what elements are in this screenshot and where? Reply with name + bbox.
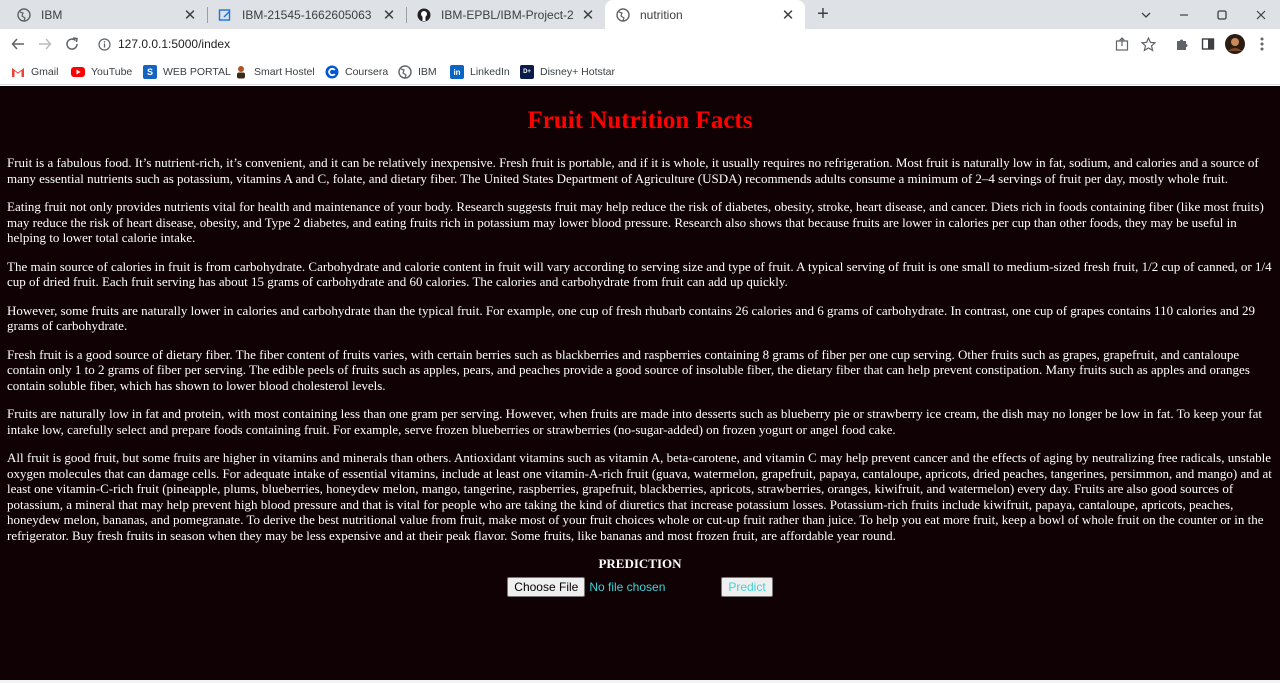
close-tab-icon[interactable]: ✕ <box>381 7 397 24</box>
new-tab-button[interactable]: + <box>812 3 834 25</box>
menu-kebab-icon[interactable] <box>1252 34 1272 54</box>
prediction-form: Choose File No file chosen Predict <box>0 577 1280 597</box>
back-arrow-icon[interactable] <box>6 32 30 56</box>
bookmark-star-icon[interactable] <box>1138 34 1158 54</box>
bookmark-gmail[interactable]: Gmail <box>11 64 58 80</box>
bookmarks-bar: Gmail YouTube S WEB PORTAL Smart Hostel … <box>0 59 1280 85</box>
tab-strip: IBM ✕ IBM-21545-1662605063 ✕ IBM-EPBL/IB… <box>0 0 1280 29</box>
minimize-icon[interactable] <box>1165 0 1203 29</box>
tab-ibm[interactable]: IBM ✕ <box>0 0 207 29</box>
site-info-icon[interactable] <box>96 36 112 52</box>
paragraph: Fruits are naturally low in fat and prot… <box>7 406 1262 437</box>
page-content: Fruit Nutrition Facts Fruit is a fabulou… <box>0 86 1280 680</box>
page-title: Fruit Nutrition Facts <box>527 107 753 134</box>
tab-title: nutrition <box>640 7 683 22</box>
paragraph: Eating fruit not only provides nutrients… <box>7 199 1264 245</box>
extensions-puzzle-icon[interactable] <box>1172 34 1192 54</box>
bookmark-label: Smart Hostel <box>254 66 315 78</box>
tab-title: IBM-21545-1662605063 <box>242 7 372 22</box>
linkedin-icon: in <box>450 65 464 79</box>
document-edit-icon <box>217 7 233 23</box>
bookmark-youtube[interactable]: YouTube <box>71 64 132 80</box>
tab-github-project[interactable]: IBM-EPBL/IBM-Project-21545-16 ✕ <box>407 0 605 29</box>
globe-icon <box>398 65 412 79</box>
s-logo-icon: S <box>143 65 157 79</box>
github-icon <box>416 7 432 23</box>
youtube-icon <box>71 65 85 79</box>
tab-ibm-21545[interactable]: IBM-21545-1662605063 ✕ <box>208 0 406 29</box>
bookmark-label: Disney+ Hotstar <box>540 66 615 78</box>
bookmark-coursera[interactable]: Coursera <box>325 64 388 80</box>
tab-search-icon[interactable] <box>1127 0 1165 29</box>
close-tab-icon[interactable]: ✕ <box>182 7 198 24</box>
bookmark-ibm[interactable]: IBM <box>398 64 437 80</box>
globe-icon <box>615 7 631 23</box>
paragraph: Fruit is a fabulous food. It’s nutrient-… <box>7 155 1259 186</box>
bookmark-label: Gmail <box>31 66 59 78</box>
paragraph: However, some fruits are naturally lower… <box>7 302 1256 334</box>
paragraph: The main source of calories in fruit is … <box>7 258 1272 290</box>
tab-nutrition[interactable]: nutrition ✕ <box>605 0 805 29</box>
tab-title: IBM <box>41 7 63 22</box>
person-icon <box>234 65 248 79</box>
choose-file-button[interactable]: Choose File <box>507 577 586 597</box>
close-window-icon[interactable] <box>1242 0 1280 29</box>
url-text[interactable]: 127.0.0.1:5000/index <box>118 37 230 51</box>
globe-icon <box>16 7 32 23</box>
bookmark-label: LinkedIn <box>470 66 510 78</box>
prediction-heading: PREDICTION <box>598 556 682 571</box>
profile-avatar[interactable] <box>1225 34 1245 54</box>
close-tab-icon[interactable]: ✕ <box>580 7 596 24</box>
browser-toolbar: 127.0.0.1:5000/index <box>0 29 1280 59</box>
bookmark-label: IBM <box>418 66 437 78</box>
bookmark-hotstar[interactable]: D+ Disney+ Hotstar <box>520 64 615 80</box>
coursera-icon <box>325 65 339 79</box>
close-tab-icon[interactable]: ✕ <box>780 7 796 24</box>
bookmark-web-portal[interactable]: S WEB PORTAL <box>143 64 231 80</box>
bookmark-label: Coursera <box>345 66 389 78</box>
address-bar[interactable]: 127.0.0.1:5000/index <box>90 30 1170 58</box>
file-status-text: No file chosen <box>589 580 666 594</box>
bookmark-smart-hostel[interactable]: Smart Hostel <box>234 64 315 80</box>
gmail-icon <box>11 65 25 79</box>
prediction-section: PREDICTION Choose File No file chosen Pr… <box>0 556 1280 597</box>
bookmark-label: YouTube <box>91 66 133 78</box>
share-icon[interactable] <box>1112 34 1132 54</box>
hotstar-icon: D+ <box>520 65 534 79</box>
bookmark-linkedin[interactable]: in LinkedIn <box>450 64 510 80</box>
predict-button[interactable]: Predict <box>721 577 773 597</box>
reload-icon[interactable] <box>60 32 84 56</box>
side-panel-icon[interactable] <box>1198 34 1218 54</box>
paragraph: Fresh fruit is a good source of dietary … <box>7 346 1250 393</box>
paragraph: All fruit is good fruit, but some fruits… <box>7 450 1272 543</box>
bookmark-label: WEB PORTAL <box>163 66 231 78</box>
tab-title: IBM-EPBL/IBM-Project-21545-16 <box>441 7 574 22</box>
maximize-icon[interactable] <box>1203 0 1241 29</box>
forward-arrow-icon[interactable] <box>33 32 57 56</box>
